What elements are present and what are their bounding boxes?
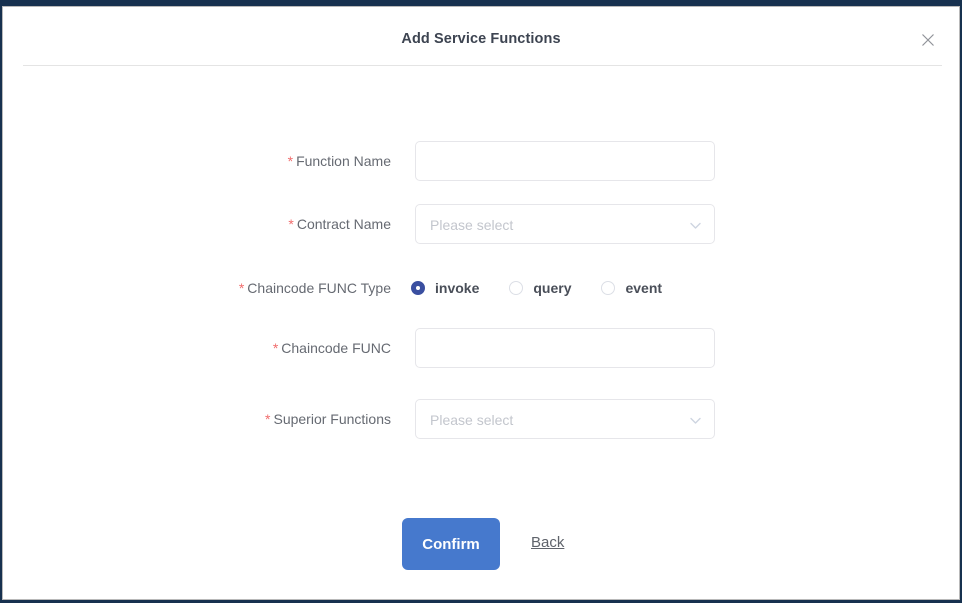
label-text: Chaincode FUNC (281, 340, 391, 356)
contract-name-select-placeholder: Please select (430, 217, 514, 233)
contract-name-select[interactable]: Please select (415, 204, 715, 244)
back-link[interactable]: Back (531, 534, 564, 551)
label-contract-name: * Contract Name (3, 204, 403, 244)
label-text: Contract Name (296, 216, 391, 232)
label-chaincode-func: * Chaincode FUNC (3, 328, 403, 368)
service-function-form: * Function Name * Contract Name Please sel… (3, 66, 959, 599)
label-superior-functions: * Superior Functions (3, 399, 403, 439)
required-asterisk: * (288, 216, 294, 232)
dialog-title: Add Service Functions (401, 31, 561, 47)
function-name-input[interactable] (415, 141, 715, 181)
label-text: Function Name (296, 153, 391, 169)
radio-mark-query (509, 281, 524, 295)
superior-functions-select-placeholder: Please select (430, 412, 514, 428)
superior-functions-select[interactable]: Please select (415, 399, 715, 439)
control-contract-name: Please select (415, 204, 715, 244)
add-service-functions-dialog: Add Service Functions * Function Name * Co… (2, 6, 960, 600)
label-text: Chaincode FUNC Type (247, 280, 391, 296)
radio-label-event: event (625, 280, 663, 296)
label-function-name: * Function Name (3, 141, 403, 181)
radio-label-query: query (533, 280, 572, 296)
radio-event[interactable]: event (601, 280, 662, 296)
form-row-contract-name: * Contract Name Please select (3, 204, 959, 244)
form-row-chaincode-func-type: * Chaincode FUNC Type invoke query event (3, 268, 959, 308)
chevron-down-icon (688, 413, 703, 428)
required-asterisk: * (238, 280, 245, 296)
chevron-down-icon (688, 218, 703, 233)
label-chaincode-func-type: * Chaincode FUNC Type (3, 268, 403, 308)
control-superior-functions: Please select (415, 399, 715, 439)
required-asterisk: * (265, 411, 271, 427)
dialog-header: Add Service Functions (3, 7, 959, 59)
required-asterisk: * (272, 340, 279, 356)
control-function-name (415, 141, 715, 181)
form-row-chaincode-func: * Chaincode FUNC (3, 328, 959, 368)
chaincode-func-type-radio-group: invoke query event (411, 268, 692, 308)
close-icon[interactable] (917, 29, 939, 51)
confirm-button[interactable]: Confirm (402, 518, 500, 570)
radio-label-invoke: invoke (435, 280, 480, 296)
form-row-superior-functions: * Superior Functions Please select (3, 399, 959, 439)
radio-mark-invoke (411, 281, 425, 295)
label-text: Superior Functions (273, 411, 391, 427)
radio-query[interactable]: query (509, 280, 571, 296)
form-row-function-name: * Function Name (3, 141, 959, 181)
chaincode-func-input[interactable] (415, 328, 715, 368)
control-chaincode-func (415, 328, 715, 368)
radio-invoke[interactable]: invoke (411, 280, 479, 296)
radio-mark-event (601, 281, 616, 295)
dialog-actions: Confirm Back (3, 518, 959, 570)
required-asterisk: * (287, 153, 294, 169)
